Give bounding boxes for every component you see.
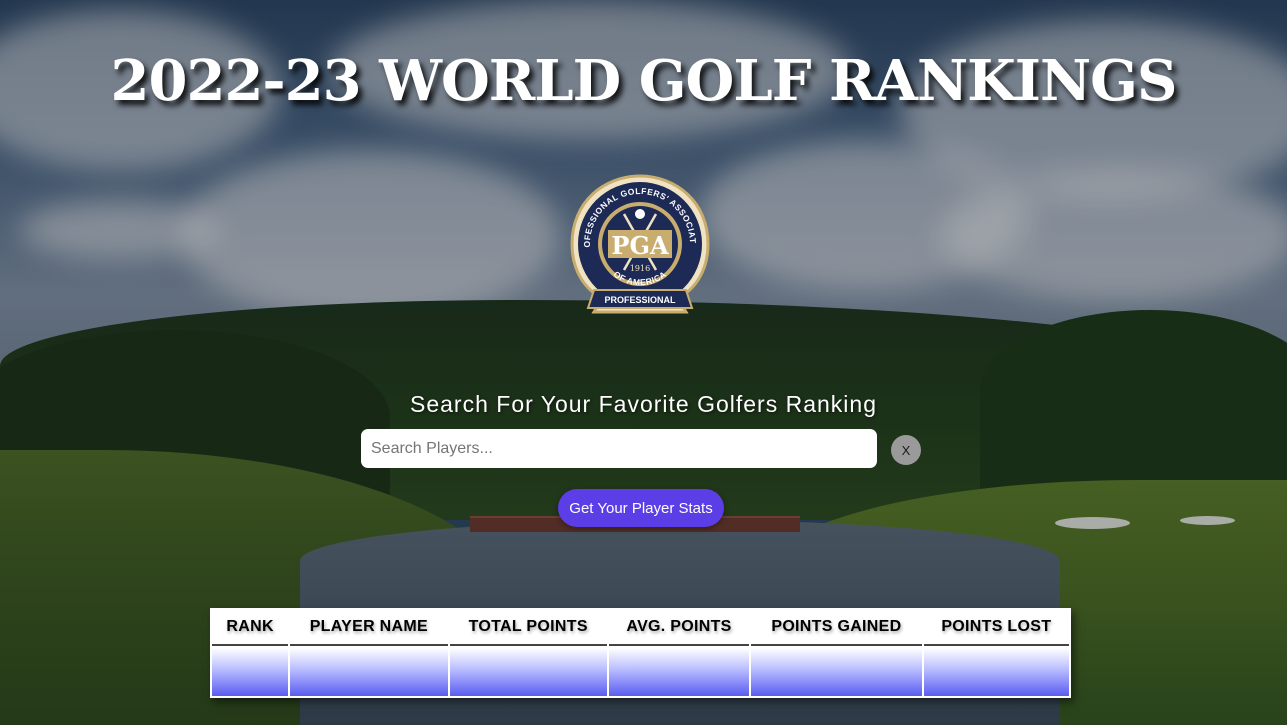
column-header-points-gained[interactable]: POINTS GAINED bbox=[751, 610, 922, 646]
pga-logo: PROFESSIONAL GOLFERS' ASSOCIATION OF AME… bbox=[562, 164, 714, 318]
pga-logo-icon: PROFESSIONAL GOLFERS' ASSOCIATION OF AME… bbox=[562, 164, 710, 314]
column-header-rank[interactable]: RANK bbox=[212, 610, 289, 646]
get-player-stats-button[interactable]: Get Your Player Stats bbox=[558, 489, 724, 527]
pga-banner-text: PROFESSIONAL bbox=[604, 295, 676, 305]
search-heading: Search For Your Favorite Golfers Ranking bbox=[410, 391, 877, 417]
column-header-points-lost[interactable]: POINTS LOST bbox=[923, 610, 1069, 646]
table-cell-total-points bbox=[449, 648, 607, 696]
search-input[interactable] bbox=[361, 429, 877, 468]
rankings-table: RANK PLAYER NAME TOTAL POINTS AVG. POINT… bbox=[210, 608, 1071, 698]
table-cell-avg-points bbox=[608, 648, 750, 696]
column-header-player-name[interactable]: PLAYER NAME bbox=[290, 610, 448, 646]
table-cell-rank bbox=[212, 648, 289, 696]
table-header-row: RANK PLAYER NAME TOTAL POINTS AVG. POINT… bbox=[212, 610, 1069, 646]
column-header-total-points[interactable]: TOTAL POINTS bbox=[449, 610, 607, 646]
pga-center-text: PGA bbox=[611, 231, 669, 260]
page-title: 2022-23 WORLD GOLF RANKINGS bbox=[110, 48, 1178, 114]
table-cell-points-lost bbox=[923, 648, 1069, 696]
table-cell-player-name bbox=[290, 648, 448, 696]
clear-search-button[interactable]: X bbox=[891, 435, 921, 465]
table-cell-points-gained bbox=[751, 648, 922, 696]
column-header-avg-points[interactable]: AVG. POINTS bbox=[608, 610, 750, 646]
pga-year-text: 1916 bbox=[630, 264, 650, 273]
table-row bbox=[212, 648, 1069, 696]
